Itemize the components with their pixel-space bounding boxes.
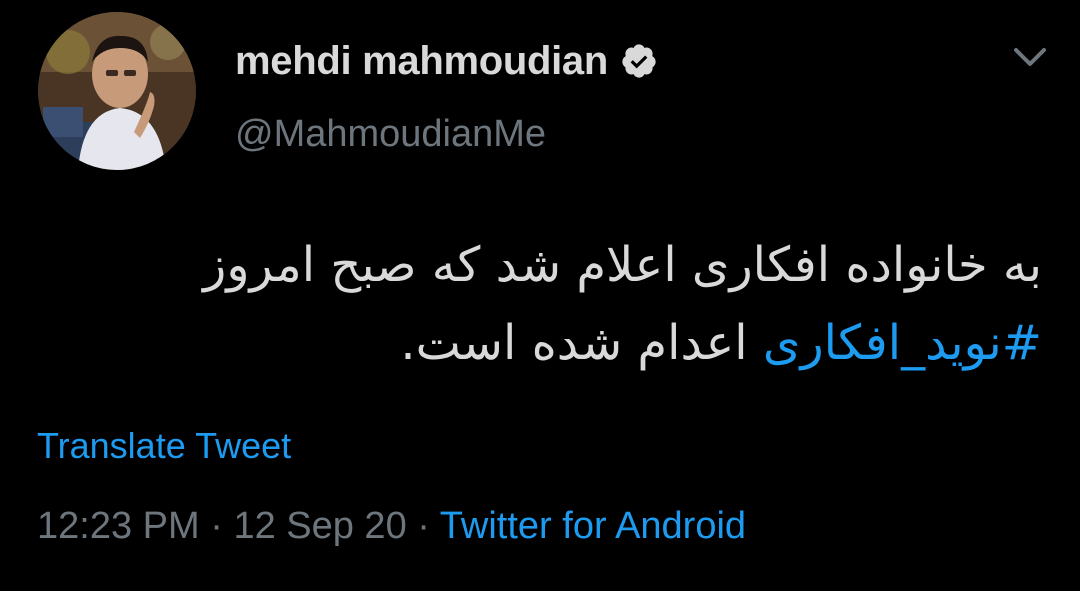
translate-tweet-link[interactable]: Translate Tweet: [37, 424, 291, 468]
tweet-text-tail: اعدام شده است.: [400, 315, 763, 371]
meta-separator-2: ·: [406, 505, 440, 547]
tweet-hashtag[interactable]: #نوید_افکاری: [763, 315, 1042, 371]
tweet-source-link[interactable]: Twitter for Android: [440, 505, 746, 547]
verified-badge-icon: [620, 42, 658, 80]
tweet-meta: 12:23 PM · 12 Sep 20 · Twitter for Andro…: [37, 503, 746, 549]
author-name-row[interactable]: mehdi mahmoudian: [235, 36, 658, 86]
meta-separator: ·: [199, 505, 234, 547]
tweet-text-main: به خانواده افکاری اعلام شد که صبح امروز: [203, 237, 1042, 293]
tweet-text: به خانواده افکاری اعلام شد که صبح امروز …: [30, 226, 1042, 382]
tweet-time[interactable]: 12:23 PM: [37, 505, 200, 547]
author-handle[interactable]: @MahmoudianMe: [235, 110, 546, 158]
tweet-date[interactable]: 12 Sep 20: [233, 505, 406, 547]
avatar-photo: [38, 12, 196, 170]
display-name[interactable]: mehdi mahmoudian: [235, 36, 608, 86]
chevron-down-icon[interactable]: [1010, 42, 1050, 72]
avatar[interactable]: [38, 12, 196, 170]
